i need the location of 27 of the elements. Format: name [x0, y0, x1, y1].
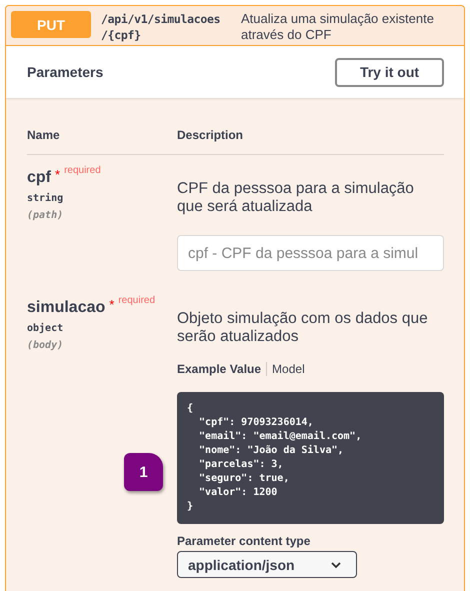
endpoint-path: /api/v1/simulacoes /{cpf} [101, 11, 222, 43]
parameter-description: Objeto simulação com os dados que serão atualizados [177, 310, 429, 346]
try-it-out-button[interactable]: Try it out [335, 58, 444, 86]
column-header: Name [27, 128, 61, 142]
method-badge: PUT [11, 11, 91, 38]
code-block: { "cpf": 97093236014, "email": "email@email.com", "nome": "João da Silva", "parcelas": 3, "seguro": true, "valor": 1200 } [177, 392, 444, 524]
required-label: required [118, 295, 156, 306]
callout-badge: 1 [124, 453, 163, 491]
parameter-description: CPF da pesssoa para a simulação que será atualizada [177, 180, 415, 216]
parameter-location: (path) [27, 210, 64, 221]
column-header: Description [177, 128, 244, 142]
required-label: required [64, 165, 101, 176]
parameter-type: object [27, 323, 64, 334]
chevron-down-icon [330, 560, 342, 568]
field-label: Parameter content type [177, 534, 312, 548]
parameter-location: (body) [27, 340, 64, 351]
parameter-name: simulacao [27, 299, 106, 317]
required-mark: * [109, 297, 114, 312]
section-title: Parameters [27, 64, 104, 80]
parameter-type: string [27, 193, 64, 204]
input-field[interactable]: cpf - CPF da pesssoa para a simul [177, 235, 444, 271]
example-tab[interactable]: Model [272, 362, 305, 376]
content-type-dropdown[interactable]: application/json [177, 551, 357, 578]
required-mark: * [55, 167, 60, 182]
example-tab[interactable]: Example Value [177, 362, 262, 376]
endpoint-summary: Atualiza uma simulação existente através do CPF [241, 11, 435, 43]
parameter-name: cpf [27, 169, 51, 187]
